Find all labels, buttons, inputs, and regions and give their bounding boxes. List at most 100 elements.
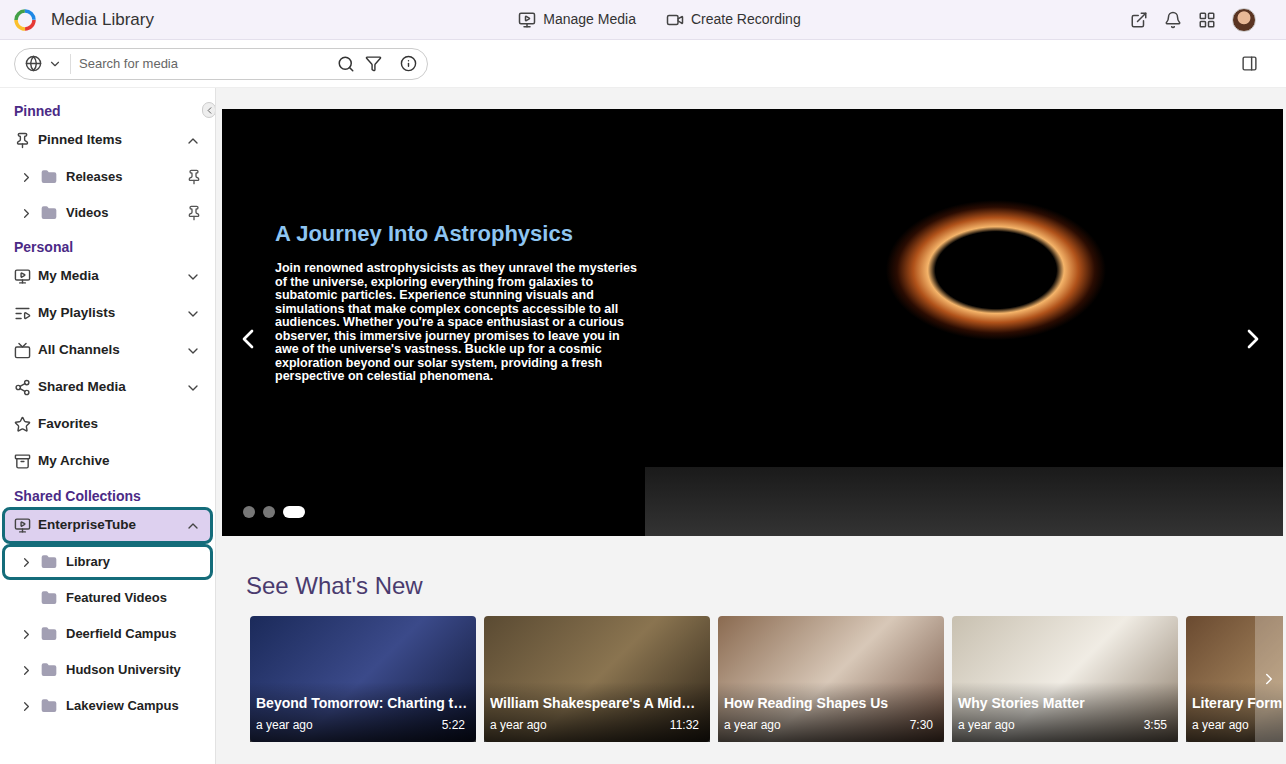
slide-dots xyxy=(243,506,305,518)
next-slide-icon[interactable] xyxy=(1237,323,1269,355)
toggle-chevron-icon[interactable] xyxy=(185,306,201,322)
media-card[interactable]: Beyond Tomorrow: Charting t… a year ago 5:… xyxy=(250,616,476,742)
card-duration: 11:32 xyxy=(670,716,704,734)
search-icon[interactable] xyxy=(337,55,355,73)
info-icon[interactable] xyxy=(400,55,417,72)
sidebar-section: Shared CollectionsEnterpriseTubeLibraryF… xyxy=(0,485,215,724)
sidebar-folder[interactable]: Lakeview Campus xyxy=(2,688,213,724)
item-icon xyxy=(14,416,31,433)
previous-slide-icon[interactable] xyxy=(232,323,264,355)
pin-icon[interactable] xyxy=(186,205,202,221)
scope-dropdown-icon[interactable] xyxy=(48,57,62,71)
card-time: a year ago xyxy=(256,716,313,734)
hero-image xyxy=(645,109,1283,536)
top-bar: Media Library Manage Media Create Recordin… xyxy=(0,0,1286,40)
sidebar-item[interactable]: My Archive xyxy=(2,443,213,480)
nav-icon xyxy=(518,11,536,29)
app: Media Library Manage Media Create Recordin… xyxy=(0,0,1286,764)
expand-chevron-icon[interactable] xyxy=(19,555,34,570)
folder-icon xyxy=(41,626,57,642)
card-duration: 3:55 xyxy=(1144,716,1172,734)
card-title: William Shakespeare's A Mid… xyxy=(490,693,704,714)
folder-icon xyxy=(41,169,57,185)
avatar-icon[interactable] xyxy=(1232,8,1256,32)
sidebar-item[interactable]: My Media xyxy=(2,258,213,295)
sidebar-folder[interactable]: Releases xyxy=(2,159,213,195)
sidebar-folder[interactable]: Videos xyxy=(2,195,213,231)
sidebar-folder[interactable]: Library xyxy=(2,544,213,580)
whats-new-title: See What's New xyxy=(222,568,1283,604)
globe-icon[interactable] xyxy=(25,55,42,72)
expand-chevron-icon[interactable] xyxy=(19,206,34,221)
section-title: Pinned xyxy=(0,100,215,122)
hero-description: Join renowned astrophysicists as they un… xyxy=(275,262,641,384)
section-title: Personal xyxy=(0,236,215,258)
item-icon xyxy=(14,268,31,285)
item-icon xyxy=(14,453,31,470)
card-time: a year ago xyxy=(724,716,781,734)
main-content: A Journey Into Astrophysics Join renowned… xyxy=(216,88,1286,764)
item-icon xyxy=(14,379,31,396)
app-title: Media Library xyxy=(51,7,154,33)
card-duration: 5:22 xyxy=(442,716,470,734)
sidebar-item[interactable]: My Playlists xyxy=(2,295,213,332)
hero-banner: A Journey Into Astrophysics Join renowned… xyxy=(222,109,1283,536)
item-icon xyxy=(14,517,31,534)
external-link-icon[interactable] xyxy=(1130,11,1148,29)
sidebar-section: PersonalMy MediaMy PlaylistsAll Channels… xyxy=(0,236,215,480)
sidebar-folder[interactable]: Deerfield Campus xyxy=(2,616,213,652)
expand-chevron-icon[interactable] xyxy=(19,627,34,642)
item-icon xyxy=(14,305,31,322)
nav-icon xyxy=(666,11,684,29)
sidebar-item[interactable]: Shared Media xyxy=(2,369,213,406)
search-box[interactable]: Search for media xyxy=(14,48,428,80)
media-card[interactable]: William Shakespeare's A Mid… a year ago 11… xyxy=(484,616,710,742)
sidebar-item[interactable]: Pinned Items xyxy=(2,122,213,159)
toggle-chevron-icon[interactable] xyxy=(185,269,201,285)
toggle-chevron-icon[interactable] xyxy=(185,380,201,396)
card-title: Why Stories Matter xyxy=(958,693,1172,714)
nav-link[interactable]: Create Recording xyxy=(666,9,801,30)
expand-chevron-icon[interactable] xyxy=(19,663,34,678)
card-time: a year ago xyxy=(490,716,547,734)
sidebar-item[interactable]: Favorites xyxy=(2,406,213,443)
sidebar-section: PinnedPinned ItemsReleasesVideos xyxy=(0,100,215,231)
expand-chevron-icon[interactable] xyxy=(19,699,34,714)
sidebar-folder[interactable]: Featured Videos xyxy=(2,580,213,616)
folder-icon xyxy=(41,698,57,714)
toggle-chevron-icon[interactable] xyxy=(185,133,201,149)
app-logo-icon xyxy=(13,8,37,32)
side-panel-icon[interactable] xyxy=(1241,55,1258,72)
slide-dot[interactable] xyxy=(243,506,255,518)
card-title: Beyond Tomorrow: Charting t… xyxy=(256,693,470,714)
sidebar-folder[interactable]: Hudson University xyxy=(2,652,213,688)
nav-link[interactable]: Manage Media xyxy=(518,9,636,30)
card-title: How Reading Shapes Us xyxy=(724,693,938,714)
folder-icon xyxy=(41,554,57,570)
item-icon xyxy=(14,132,31,149)
card-time: a year ago xyxy=(1192,716,1249,734)
section-title: Shared Collections xyxy=(0,485,215,507)
media-card[interactable]: Why Stories Matter a year ago 3:55 xyxy=(952,616,1178,742)
card-time: a year ago xyxy=(958,716,1015,734)
folder-icon xyxy=(41,590,57,606)
media-card[interactable]: How Reading Shapes Us a year ago 7:30 xyxy=(718,616,944,742)
sidebar-item[interactable]: All Channels xyxy=(2,332,213,369)
sidebar-item[interactable]: EnterpriseTube xyxy=(2,507,213,544)
bell-icon[interactable] xyxy=(1164,11,1182,29)
search-placeholder[interactable]: Search for media xyxy=(79,54,331,74)
hero-title: A Journey Into Astrophysics xyxy=(275,217,645,250)
pin-icon[interactable] xyxy=(186,169,202,185)
slide-dot[interactable] xyxy=(263,506,275,518)
expand-chevron-icon[interactable] xyxy=(19,170,34,185)
card-row: Beyond Tomorrow: Charting t… a year ago 5:… xyxy=(222,616,1283,742)
next-cards-icon[interactable] xyxy=(1255,616,1283,742)
toggle-chevron-icon[interactable] xyxy=(185,518,201,534)
card-duration: 7:30 xyxy=(910,716,938,734)
apps-grid-icon[interactable] xyxy=(1198,11,1216,29)
folder-icon xyxy=(41,205,57,221)
slide-dot[interactable] xyxy=(283,506,305,518)
collapse-sidebar-icon[interactable] xyxy=(202,102,216,118)
filter-icon[interactable] xyxy=(365,55,382,72)
toggle-chevron-icon[interactable] xyxy=(185,343,201,359)
